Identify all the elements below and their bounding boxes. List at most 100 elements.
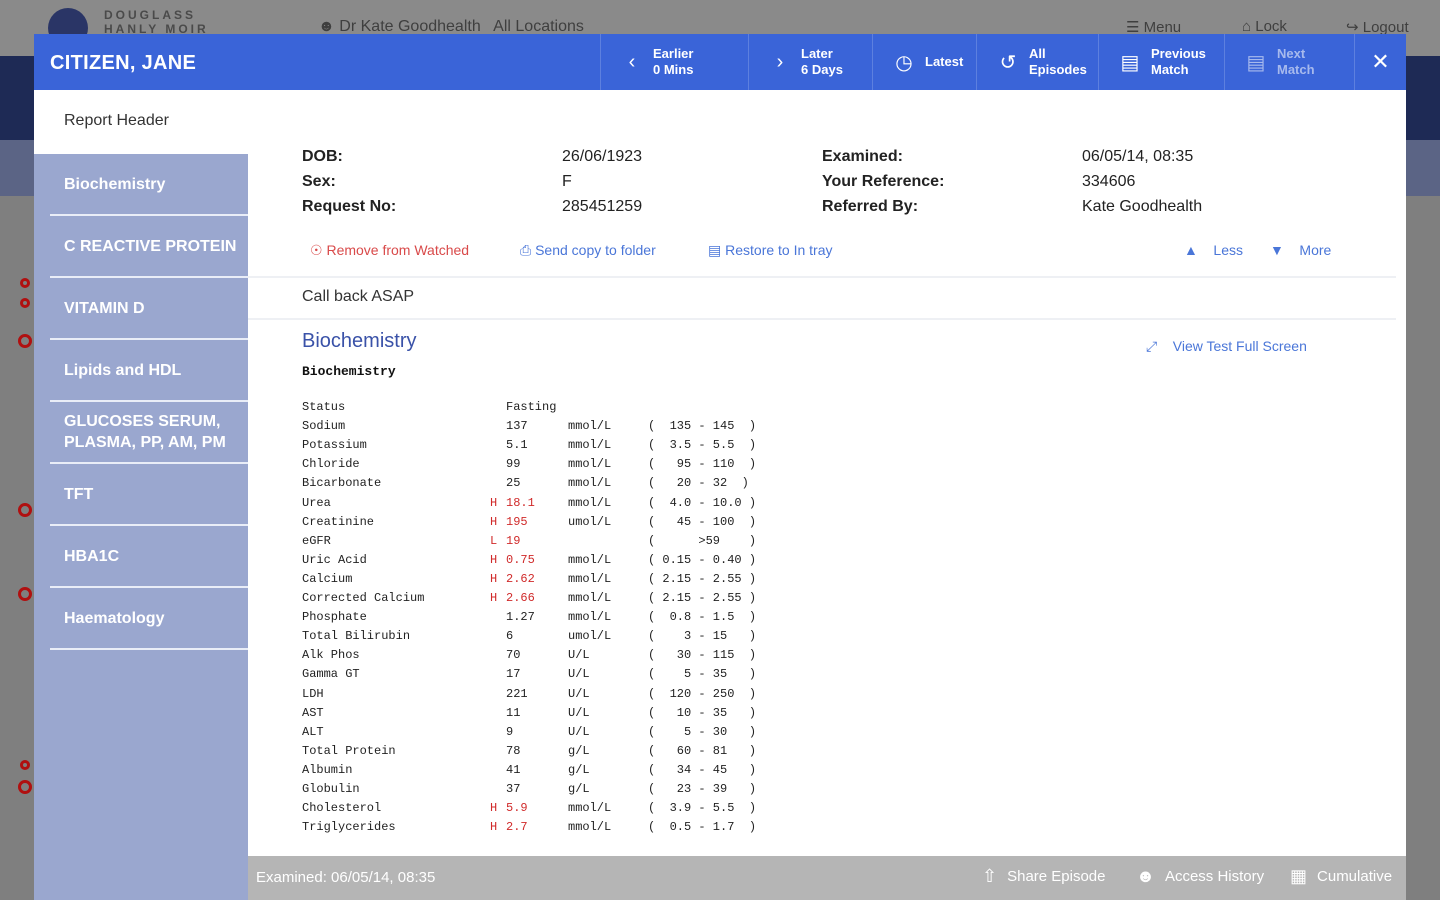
alert-icon [18,503,32,517]
lock-label: Lock [1255,18,1287,35]
caret-down-icon: ▼ [1270,242,1284,258]
result-value: 18.1 [506,495,535,510]
user-name: Dr Kate Goodhealth [339,18,481,35]
result-range: ( 0.5 - 1.7 ) [648,820,757,835]
result-unit: mmol/L [568,552,612,567]
report-subtitle: Biochemistry [302,364,396,379]
sex-label: Sex: [302,173,336,190]
request-value: 285451259 [562,198,643,215]
result-unit: g/L [568,743,590,758]
next-match-button[interactable]: ▤ Next Match [1224,34,1354,90]
send-copy-button[interactable]: ⎙ Send copy to folder [520,242,656,259]
sidebar-item-c-reactive-protein[interactable]: C REACTIVE PROTEIN [50,216,248,278]
lock-button[interactable]: ⌂ Lock [1242,18,1287,35]
caret-up-icon: ▲ [1184,242,1198,258]
sidebar-item-tft[interactable]: TFT [50,464,248,526]
divider [248,318,1396,320]
result-range: ( 3 - 15 ) [648,629,757,644]
folder-icon: ⎙ [520,242,532,258]
match-icon: ▤ [1120,51,1140,74]
chevron-right-icon: › [776,50,784,73]
alert-icon [18,334,32,348]
brand-name: DOUGLASS HANLY MOIR [104,8,209,36]
result-name: Creatinine [302,514,375,529]
previous-match-button[interactable]: ▤ Previous Match [1098,34,1224,90]
latest-button[interactable]: ◷ Latest [872,34,976,90]
chevron-left-icon: ‹ [628,50,636,73]
restore-tray-button[interactable]: ▤ Restore to In tray [708,242,833,259]
result-flag: H [490,591,498,605]
all-episodes-button[interactable]: ↺ All Episodes [976,34,1098,90]
result-name: Bicarbonate [302,476,382,491]
sidebar-item-hba1c[interactable]: HBA1C [50,526,248,588]
result-name: Uric Acid [302,552,367,567]
more-label: More [1299,242,1332,258]
alert-icon [20,760,30,770]
referred-label: Referred By: [822,198,919,215]
result-unit: U/L [568,648,590,663]
modal-footer: Examined: 06/05/14, 08:35 ⇧ Share Episod… [248,856,1406,900]
result-range: ( 5 - 30 ) [648,724,757,739]
all-episodes-label: All [1029,46,1046,61]
dob-value: 26/06/1923 [562,148,643,165]
result-unit: mmol/L [568,820,612,835]
referred-value: Kate Goodhealth [1082,198,1203,215]
reference-value: 334606 [1082,173,1136,190]
report-note: Call back ASAP [302,288,415,305]
sidebar-item-report-header[interactable]: Report Header [34,90,248,154]
cumulative-label: Cumulative [1317,868,1393,885]
next-match-sublabel: Match [1277,62,1315,77]
view-full-screen-link[interactable]: ⤢ View Test Full Screen [1146,338,1307,355]
later-button[interactable]: › Later 6 Days [748,34,872,90]
reference-label: Your Reference: [822,173,945,190]
result-unit: umol/L [568,514,612,529]
report-modal: CITIZEN, JANE ‹ Earlier 0 Mins › Later 6 D… [34,34,1406,900]
previous-match-sublabel: Match [1151,62,1189,77]
result-range: ( 95 - 110 ) [648,457,757,472]
sidebar-item-biochemistry[interactable]: Biochemistry [50,154,248,216]
result-value: 2.7 [506,820,528,835]
result-value: 11 [506,705,521,720]
result-value: 19 [506,533,521,548]
result-range: ( 10 - 35 ) [648,705,757,720]
eye-off-icon: ☉ [310,242,323,258]
share-episode-button[interactable]: ⇧ Share Episode [982,866,1106,887]
users-icon: ☻ [1136,866,1155,886]
result-name: Corrected Calcium [302,591,425,605]
result-value: 9 [506,724,514,739]
result-flag: L [490,533,498,548]
result-unit: mmol/L [568,591,612,605]
result-value: Fasting [506,400,557,414]
access-history-button[interactable]: ☻ Access History [1136,866,1264,887]
result-value: 17 [506,667,521,682]
earlier-button[interactable]: ‹ Earlier 0 Mins [600,34,748,90]
examined-label: Examined: [822,148,903,165]
match-icon: ▤ [1246,51,1266,74]
close-button[interactable]: ✕ [1354,34,1406,90]
remove-watched-button[interactable]: ☉ Remove from Watched [310,242,469,259]
result-range: ( 60 - 81 ) [648,743,757,758]
section-sidebar: Report Header Biochemistry C REACTIVE PR… [34,90,248,900]
chart-icon: ▦ [1290,866,1308,886]
result-range: ( 23 - 39 ) [648,782,757,796]
more-button[interactable]: ▼ More [1270,242,1331,258]
cumulative-button[interactable]: ▦ Cumulative [1290,866,1392,887]
result-range: ( 135 - 145 ) [648,419,757,434]
sidebar-item-lipids[interactable]: Lipids and HDL [50,340,248,402]
result-name: Cholesterol [302,801,382,816]
result-name: Albumin [302,762,353,777]
alert-icon [18,780,32,794]
result-name: ALT [302,724,324,739]
sidebar-item-haematology[interactable]: Haematology [50,588,248,650]
result-unit: mmol/L [568,457,612,472]
result-name: Urea [302,495,331,510]
sidebar-item-vitamin-d[interactable]: VITAMIN D [50,278,248,340]
sidebar-item-glucoses[interactable]: GLUCOSES SERUM, PLASMA, PP, AM, PM [50,402,248,464]
access-history-label: Access History [1164,868,1265,885]
result-unit: U/L [568,724,590,739]
result-name: Status [302,400,346,414]
result-value: 0.75 [506,552,535,567]
less-button[interactable]: ▲ Less [1184,242,1243,258]
result-range: ( 2.15 - 2.55 ) [648,571,757,586]
result-unit: mmol/L [568,495,612,510]
